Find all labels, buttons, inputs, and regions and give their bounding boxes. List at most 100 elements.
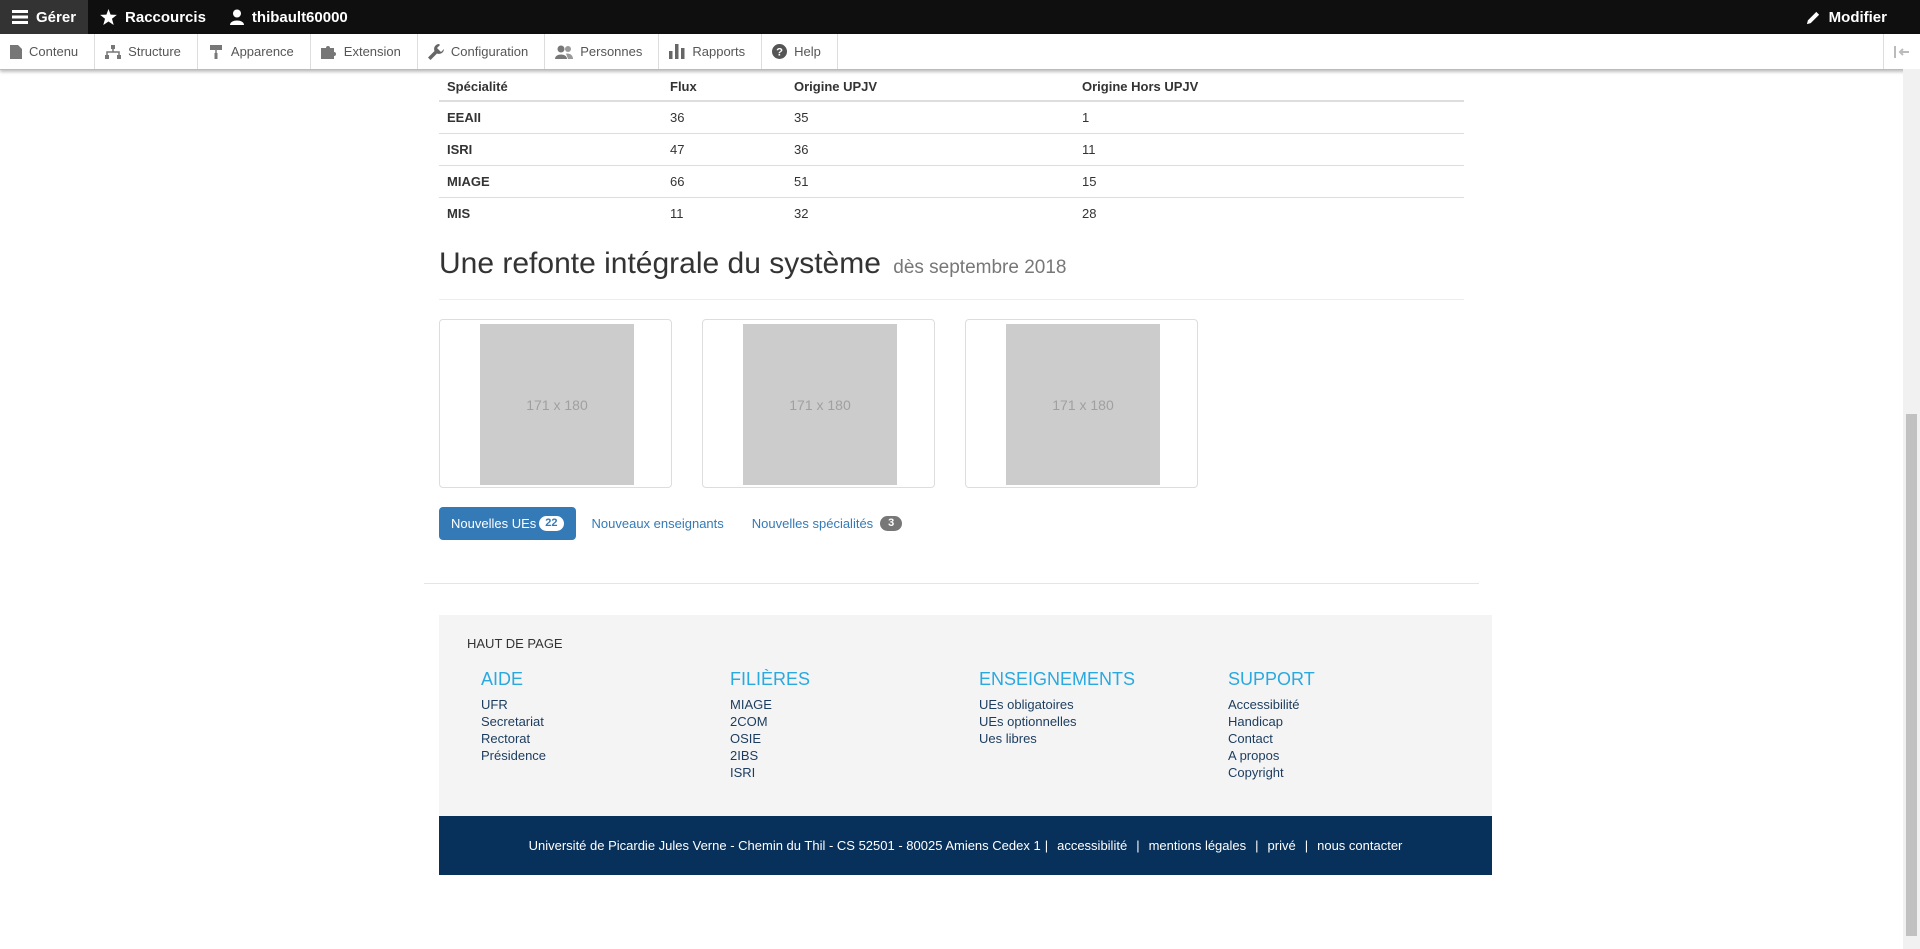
footer-link[interactable]: Secretariat — [481, 713, 546, 730]
cell-origin-upjv: 51 — [786, 165, 1074, 198]
page-scrollbar[interactable] — [1903, 69, 1920, 949]
edit-button[interactable]: Modifier — [1794, 0, 1920, 34]
footer-address: Université de Picardie Jules Verne - Che… — [528, 838, 1041, 853]
legal-link-accessibility[interactable]: accessibilité — [1057, 838, 1127, 853]
footer-bottom-bar: Université de Picardie Jules Verne - Che… — [439, 816, 1492, 875]
cell-specialty: MIAGE — [439, 165, 662, 198]
svg-text:?: ? — [776, 47, 783, 59]
tray-label-configuration: Configuration — [450, 44, 529, 59]
back-to-top-link[interactable]: HAUT DE PAGE — [467, 636, 563, 651]
hamburger-icon — [12, 10, 28, 24]
footer-column-filieres: FILIÈRES MIAGE 2COM OSIE 2IBS ISRI — [730, 669, 810, 781]
site-footer: HAUT DE PAGE AIDE UFR Secretariat Rector… — [439, 615, 1492, 816]
pill-label: Nouveaux enseignants — [591, 516, 724, 531]
table-row: MIAGE 66 51 15 — [439, 165, 1464, 198]
shortcuts-button[interactable]: Raccourcis — [88, 0, 218, 34]
image-placeholder: 171 x 180 — [743, 324, 897, 485]
pill-label: Nouvelles UEs — [451, 516, 537, 531]
tray-item-content[interactable]: Contenu — [0, 34, 96, 69]
footer-column-support: SUPPORT Accessibilité Handicap Contact A… — [1228, 669, 1315, 781]
tray-item-people[interactable]: Personnes — [545, 34, 660, 69]
puzzle-icon — [320, 46, 336, 59]
tray-item-configuration[interactable]: Configuration — [418, 34, 546, 69]
col-header-flux: Flux — [662, 69, 786, 102]
cell-origin-outside: 28 — [1074, 197, 1464, 229]
footer-link[interactable]: 2COM — [730, 713, 810, 730]
paint-roller-icon — [209, 45, 222, 59]
col-header-specialty: Spécialité — [439, 69, 662, 102]
footer-column-title: SUPPORT — [1228, 669, 1315, 689]
tray-label-appearance: Apparence — [230, 44, 294, 59]
cell-flux: 47 — [662, 133, 786, 166]
user-menu-button[interactable]: thibault60000 — [218, 0, 360, 34]
footer-link[interactable]: OSIE — [730, 730, 810, 747]
footer-link[interactable]: UFR — [481, 696, 546, 713]
pill-new-specialties[interactable]: Nouvelles spécialités 3 — [740, 507, 914, 540]
image-placeholder: 171 x 180 — [480, 324, 634, 485]
col-header-origin-upjv: Origine UPJV — [786, 69, 1074, 102]
cell-flux: 66 — [662, 165, 786, 198]
separator: | — [1136, 838, 1140, 853]
sitemap-icon — [105, 44, 122, 59]
cell-origin-upjv: 36 — [786, 133, 1074, 166]
footer-column-aide: AIDE UFR Secretariat Rectorat Présidence — [481, 669, 546, 764]
cell-origin-outside: 1 — [1074, 100, 1464, 134]
tray-label-extension: Extension — [343, 44, 401, 59]
tray-item-structure[interactable]: Structure — [95, 34, 198, 69]
col-header-origin-outside: Origine Hors UPJV — [1074, 69, 1464, 102]
footer-link[interactable]: Contact — [1228, 730, 1315, 747]
table-row: EEAII 36 35 1 — [439, 100, 1464, 134]
footer-link[interactable]: Accessibilité — [1228, 696, 1315, 713]
pill-new-ues[interactable]: Nouvelles UEs 22 — [439, 507, 576, 540]
cell-origin-outside: 11 — [1074, 133, 1464, 166]
footer-link[interactable]: Handicap — [1228, 713, 1315, 730]
thumbnail[interactable]: 171 x 180 — [702, 319, 935, 488]
footer-link[interactable]: ISRI — [730, 764, 810, 781]
footer-link[interactable]: UEs obligatoires — [979, 696, 1135, 713]
footer-link[interactable]: Ues libres — [979, 730, 1135, 747]
cell-flux: 36 — [662, 100, 786, 134]
tray-item-appearance[interactable]: Apparence — [198, 34, 311, 69]
cell-origin-upjv: 32 — [786, 197, 1074, 229]
tray-item-reports[interactable]: Rapports — [659, 34, 763, 69]
people-icon — [555, 45, 574, 59]
manage-button[interactable]: Gérer — [0, 0, 89, 34]
count-badge: 3 — [880, 516, 903, 531]
footer-link[interactable]: A propos — [1228, 747, 1315, 764]
footer-link[interactable]: 2IBS — [730, 747, 810, 764]
pill-label: Nouvelles spécialités — [751, 516, 874, 531]
tray-item-extension[interactable]: Extension — [311, 34, 418, 69]
footer-link[interactable]: Présidence — [481, 747, 546, 764]
legal-link-private[interactable]: privé — [1268, 838, 1296, 853]
tray-label-structure: Structure — [128, 44, 181, 59]
section-title: Une refonte intégrale du système dès sep… — [439, 247, 1464, 281]
tray-item-help[interactable]: ? Help — [762, 34, 838, 69]
shortcuts-label: Raccourcis — [125, 8, 206, 26]
count-badge: 22 — [539, 516, 564, 531]
legal-link-contact[interactable]: nous contacter — [1317, 838, 1402, 853]
footer-divider — [424, 583, 1479, 584]
footer-link[interactable]: Rectorat — [481, 730, 546, 747]
pill-new-teachers[interactable]: Nouveaux enseignants — [580, 507, 736, 540]
thumbnail[interactable]: 171 x 180 — [439, 319, 672, 488]
tray-label-help: Help — [794, 44, 821, 59]
footer-link[interactable]: UEs optionnelles — [979, 713, 1135, 730]
cell-origin-upjv: 35 — [786, 100, 1074, 134]
thumbnail[interactable]: 171 x 180 — [965, 319, 1198, 488]
help-icon: ? — [772, 44, 788, 59]
cell-specialty: MIS — [439, 197, 662, 229]
pencil-icon — [1806, 11, 1819, 24]
table-row: ISRI 47 36 11 — [439, 133, 1464, 166]
scrollbar-thumb[interactable] — [1906, 414, 1917, 936]
section-title-text: Une refonte intégrale du système — [439, 247, 881, 280]
legal-link-mentions[interactable]: mentions légales — [1149, 838, 1247, 853]
footer-link[interactable]: Copyright — [1228, 764, 1315, 781]
tray-orientation-toggle[interactable] — [1883, 34, 1920, 69]
bar-chart-icon — [669, 44, 685, 59]
footer-link[interactable]: MIAGE — [730, 696, 810, 713]
pill-tabs: Nouvelles UEs 22 Nouveaux enseignants No… — [439, 507, 914, 540]
specialty-table: Spécialité Flux Origine UPJV Origine Hor… — [439, 69, 1464, 229]
table-row: MIS 11 32 28 — [439, 197, 1464, 229]
tray-label-people: Personnes — [580, 44, 643, 59]
separator: | — [1304, 838, 1309, 853]
